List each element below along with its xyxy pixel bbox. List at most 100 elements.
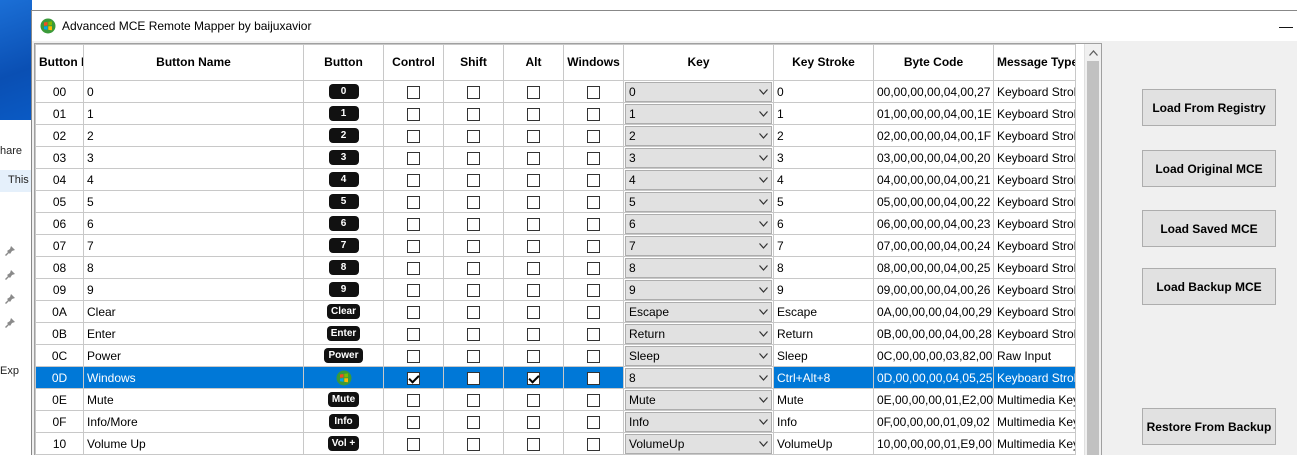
table-row[interactable]: 08888808,00,00,00,04,00,25Keyboard Strok… (35, 256, 1076, 279)
shift-checkbox[interactable] (467, 393, 480, 407)
shift-checkbox[interactable] (467, 107, 480, 121)
shift-checkbox[interactable] (467, 173, 480, 187)
button-name-cell[interactable]: 2 (83, 124, 304, 147)
windows-checkbox[interactable] (587, 261, 600, 275)
alt-checkbox[interactable] (527, 349, 540, 363)
key-dropdown[interactable]: VolumeUp (625, 433, 772, 454)
table-row[interactable]: 10 Volume Up Vol + VolumeUp VolumeUp 10,00,00… (35, 432, 1076, 455)
windows-checkbox[interactable] (587, 151, 600, 165)
control-checkbox[interactable] (407, 107, 420, 121)
chevron-down-icon[interactable] (755, 369, 771, 387)
shift-checkbox[interactable] (467, 239, 480, 253)
windows-checkbox[interactable] (587, 393, 600, 407)
explorer-share-label[interactable]: hare (0, 145, 32, 157)
load-backup-mce-button[interactable]: Load Backup MCE (1142, 268, 1276, 305)
key-dropdown[interactable]: Sleep (625, 345, 772, 366)
windows-checkbox[interactable] (587, 107, 600, 121)
restore-from-backup-button[interactable]: Restore From Backup (1142, 408, 1276, 445)
windows-checkbox[interactable] (587, 129, 600, 143)
title-bar[interactable]: Advanced MCE Remote Mapper by baijuxavio… (32, 11, 1297, 41)
windows-checkbox[interactable] (587, 349, 600, 363)
col-header-windows[interactable]: Windows (563, 44, 624, 81)
control-checkbox[interactable] (407, 283, 420, 297)
button-name-cell[interactable]: Windows (83, 366, 304, 389)
pin-icon[interactable] (4, 317, 16, 329)
shift-checkbox[interactable] (467, 195, 480, 209)
control-checkbox[interactable] (407, 371, 420, 385)
control-checkbox[interactable] (407, 437, 420, 451)
chevron-down-icon[interactable] (755, 391, 771, 409)
control-checkbox[interactable] (407, 85, 420, 99)
chevron-down-icon[interactable] (755, 127, 771, 145)
chevron-down-icon[interactable] (755, 347, 771, 365)
key-dropdown[interactable]: 1 (625, 103, 772, 124)
shift-checkbox[interactable] (467, 129, 480, 143)
alt-checkbox[interactable] (527, 393, 540, 407)
button-name-cell[interactable]: 8 (83, 256, 304, 279)
shift-checkbox[interactable] (467, 151, 480, 165)
shift-checkbox[interactable] (467, 327, 480, 341)
shift-checkbox[interactable] (467, 217, 480, 231)
alt-checkbox[interactable] (527, 107, 540, 121)
table-row[interactable]: 0D Windows 8 Ctrl+Alt+8 0D,00,00,00,04,05,25… (35, 366, 1076, 389)
control-checkbox[interactable] (407, 239, 420, 253)
chevron-down-icon[interactable] (755, 83, 771, 101)
key-dropdown[interactable]: 8 (625, 257, 772, 278)
chevron-down-icon[interactable] (755, 259, 771, 277)
alt-checkbox[interactable] (527, 217, 540, 231)
key-dropdown[interactable]: Info (625, 411, 772, 432)
control-checkbox[interactable] (407, 195, 420, 209)
alt-checkbox[interactable] (527, 173, 540, 187)
chevron-down-icon[interactable] (755, 171, 771, 189)
windows-checkbox[interactable] (587, 327, 600, 341)
table-row[interactable]: 0A Clear Clear Escape Escape 0A,00,00,00,04,0… (35, 300, 1076, 323)
chevron-down-icon[interactable] (755, 149, 771, 167)
windows-checkbox[interactable] (587, 239, 600, 253)
control-checkbox[interactable] (407, 327, 420, 341)
shift-checkbox[interactable] (467, 85, 480, 99)
chevron-down-icon[interactable] (755, 215, 771, 233)
alt-checkbox[interactable] (527, 327, 540, 341)
table-row[interactable]: 06666606,00,00,00,04,00,23Keyboard Strok… (35, 212, 1076, 235)
control-checkbox[interactable] (407, 217, 420, 231)
table-row[interactable]: 07777707,00,00,00,04,00,24Keyboard Strok… (35, 234, 1076, 257)
table-row[interactable]: 02222202,00,00,00,04,00,1FKeyboard Strok… (35, 124, 1076, 147)
col-header-shift[interactable]: Shift (443, 44, 504, 81)
control-checkbox[interactable] (407, 261, 420, 275)
button-name-cell[interactable]: Clear (83, 300, 304, 323)
windows-checkbox[interactable] (587, 437, 600, 451)
load-original-mce-button[interactable]: Load Original MCE (1142, 150, 1276, 187)
key-dropdown[interactable]: 3 (625, 147, 772, 168)
shift-checkbox[interactable] (467, 349, 480, 363)
windows-checkbox[interactable] (587, 85, 600, 99)
key-dropdown[interactable]: 5 (625, 191, 772, 212)
table-row[interactable]: 0F Info/More Info Info Info 0F,00,00,00,01,09… (35, 410, 1076, 433)
button-name-cell[interactable]: Mute (83, 388, 304, 411)
shift-checkbox[interactable] (467, 371, 480, 385)
windows-checkbox[interactable] (587, 283, 600, 297)
col-header-alt[interactable]: Alt (503, 44, 564, 81)
pin-icon[interactable] (4, 269, 16, 281)
key-dropdown[interactable]: 0 (625, 81, 772, 102)
control-checkbox[interactable] (407, 393, 420, 407)
col-header-name[interactable]: Button Name (83, 44, 304, 81)
button-name-cell[interactable]: 1 (83, 102, 304, 125)
table-row[interactable]: 04444404,00,00,00,04,00,21Keyboard Strok… (35, 168, 1076, 191)
control-checkbox[interactable] (407, 305, 420, 319)
explorer-exp-label[interactable]: Exp (0, 365, 32, 377)
key-dropdown[interactable]: 6 (625, 213, 772, 234)
button-name-cell[interactable]: 5 (83, 190, 304, 213)
shift-checkbox[interactable] (467, 437, 480, 451)
control-checkbox[interactable] (407, 129, 420, 143)
windows-checkbox[interactable] (587, 415, 600, 429)
control-checkbox[interactable] (407, 415, 420, 429)
control-checkbox[interactable] (407, 151, 420, 165)
button-name-cell[interactable]: 4 (83, 168, 304, 191)
button-name-cell[interactable]: Power (83, 344, 304, 367)
col-header-bytecode[interactable]: Byte Code (873, 44, 994, 81)
windows-checkbox[interactable] (587, 305, 600, 319)
key-dropdown[interactable]: 7 (625, 235, 772, 256)
windows-checkbox[interactable] (587, 371, 600, 385)
alt-checkbox[interactable] (527, 437, 540, 451)
windows-checkbox[interactable] (587, 173, 600, 187)
